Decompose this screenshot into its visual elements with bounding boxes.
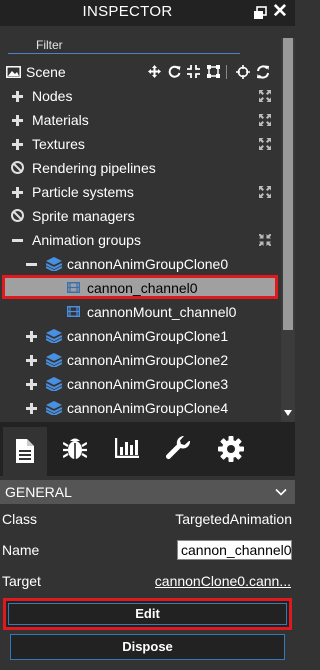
minus-icon[interactable] <box>12 239 23 242</box>
tab-settings[interactable] <box>212 430 250 468</box>
wrench-icon <box>166 436 191 459</box>
chart-icon <box>115 438 139 458</box>
chevron-down-icon[interactable] <box>275 486 287 498</box>
name-input[interactable]: cannon_channel0 <box>177 540 292 560</box>
tree-item-particle-systems[interactable]: Particle systems <box>0 180 280 204</box>
general-header[interactable]: GENERAL <box>0 480 295 504</box>
tree-item-nodes[interactable]: Nodes <box>0 84 280 108</box>
image-icon <box>6 66 21 78</box>
class-property: Class TargetedAnimation <box>0 507 295 531</box>
tab-statistics[interactable] <box>108 430 146 468</box>
tree-item-anim-group[interactable]: cannonAnimGroupClone4 <box>0 396 280 420</box>
popout-icon[interactable] <box>253 6 267 20</box>
tree-item-anim-group[interactable]: cannonAnimGroupClone3 <box>0 372 280 396</box>
filter-input[interactable]: Filter <box>8 34 240 54</box>
name-property: Name cannon_channel0 <box>2 540 292 560</box>
dispose-button[interactable]: Dispose <box>10 634 285 660</box>
refresh-icon[interactable] <box>256 65 270 79</box>
plus-icon[interactable] <box>12 91 23 102</box>
tree-item-rendering-pipelines[interactable]: Rendering pipelines <box>0 156 280 180</box>
layers-icon <box>46 329 62 343</box>
scroll-down-arrow[interactable] <box>284 410 292 416</box>
layers-icon <box>46 401 62 415</box>
scene-explorer-tree: Filter Scene Nodes Materials Textures Re… <box>0 26 295 422</box>
expand-icon[interactable] <box>259 186 271 198</box>
expand-icon[interactable] <box>259 138 271 150</box>
plus-icon[interactable] <box>26 379 37 390</box>
crosshair-icon[interactable] <box>236 65 250 79</box>
expand-icon[interactable] <box>259 90 271 102</box>
minus-icon[interactable] <box>26 263 37 266</box>
plus-icon[interactable] <box>12 115 23 126</box>
tree-item-anim-group[interactable]: cannonAnimGroupClone2 <box>0 348 280 372</box>
ban-icon <box>11 161 24 174</box>
target-property: Target cannonClone0.cann... <box>0 569 295 593</box>
tab-properties[interactable] <box>3 427 47 476</box>
tree-item-animation-channel[interactable]: cannonMount_channel0 <box>0 300 280 324</box>
bug-icon <box>63 438 87 459</box>
bounding-box-icon[interactable] <box>207 65 220 78</box>
tree-item-textures[interactable]: Textures <box>0 132 280 156</box>
expand-icon[interactable] <box>259 114 271 126</box>
tree-scrollbar[interactable] <box>281 38 295 422</box>
edit-button[interactable]: Edit <box>3 598 292 630</box>
target-link[interactable]: cannonClone0.cann... <box>155 569 291 593</box>
tree-item-sprite-managers[interactable]: Sprite managers <box>0 204 280 228</box>
tree-item-materials[interactable]: Materials <box>0 108 280 132</box>
scrollbar-thumb[interactable] <box>283 38 293 330</box>
scale-icon[interactable] <box>187 65 200 78</box>
ban-icon <box>11 209 24 222</box>
tree-item-anim-group[interactable]: cannonAnimGroupClone0 <box>0 252 280 276</box>
tree-item-scene[interactable]: Scene <box>0 60 280 84</box>
close-icon[interactable]: ✕ <box>272 1 288 23</box>
tab-debug[interactable] <box>56 430 94 468</box>
gear-icon <box>218 436 244 462</box>
move-icon[interactable] <box>148 65 161 78</box>
plus-icon[interactable] <box>26 355 37 366</box>
inspector-titlebar: INSPECTOR ✕ <box>0 0 295 26</box>
inspector-title: INSPECTOR <box>82 3 173 20</box>
rotate-icon[interactable] <box>168 65 181 78</box>
film-icon <box>67 282 80 293</box>
plus-icon[interactable] <box>12 139 23 150</box>
tree-item-animation-groups[interactable]: Animation groups <box>0 228 280 252</box>
layers-icon <box>46 377 62 391</box>
layers-icon <box>46 257 62 271</box>
layers-icon <box>46 353 62 367</box>
file-icon <box>16 439 34 463</box>
inspector-tabs <box>0 422 295 476</box>
plus-icon[interactable] <box>26 331 37 342</box>
tree-item-animation-channel-selected[interactable]: cannon_channel0 <box>0 275 280 300</box>
class-value: TargetedAnimation <box>175 511 292 527</box>
plus-icon[interactable] <box>12 187 23 198</box>
film-icon <box>67 306 80 317</box>
tab-tools[interactable] <box>160 430 198 468</box>
collapse-icon[interactable] <box>259 234 271 246</box>
general-section: GENERAL Class TargetedAnimation Name can… <box>0 476 295 670</box>
tree-item-anim-group[interactable]: cannonAnimGroupClone1 <box>0 324 280 348</box>
plus-icon[interactable] <box>26 403 37 414</box>
